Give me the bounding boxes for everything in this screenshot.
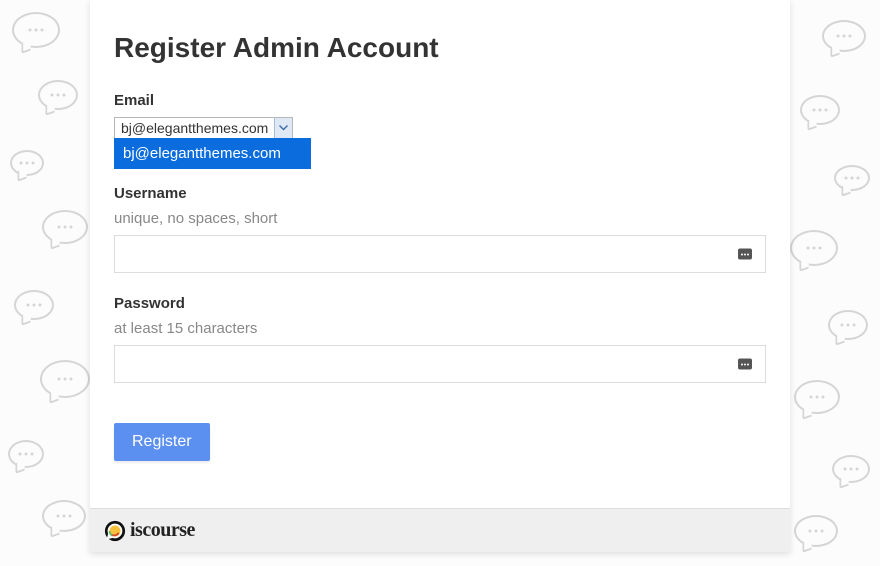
discourse-logo-icon [104,520,126,542]
email-label: Email [114,92,766,109]
username-field-group: Username unique, no spaces, short [114,185,766,273]
form-body: Register Admin Account Email bj@elegantt… [90,0,790,508]
password-label: Password [114,295,766,312]
chevron-down-icon[interactable] [274,118,292,138]
email-field-group: Email bj@elegantthemes.com bj@elegantthe… [114,92,766,139]
brand-text: iscourse [130,519,195,542]
keyboard-icon [738,249,752,260]
register-button[interactable]: Register [114,423,210,461]
email-select[interactable]: bj@elegantthemes.com bj@elegantthemes.co… [114,117,293,139]
footer: iscourse [90,508,790,552]
username-input[interactable] [114,235,766,273]
email-option[interactable]: bj@elegantthemes.com [115,139,310,168]
username-label: Username [114,185,766,202]
password-input[interactable] [114,345,766,383]
email-dropdown: bj@elegantthemes.com [114,138,311,169]
email-select-value: bj@elegantthemes.com [115,118,274,138]
register-panel: Register Admin Account Email bj@elegantt… [90,0,790,552]
page-title: Register Admin Account [114,32,766,64]
username-hint: unique, no spaces, short [114,210,766,227]
password-hint: at least 15 characters [114,320,766,337]
keyboard-icon [738,359,752,370]
password-field-group: Password at least 15 characters [114,295,766,383]
